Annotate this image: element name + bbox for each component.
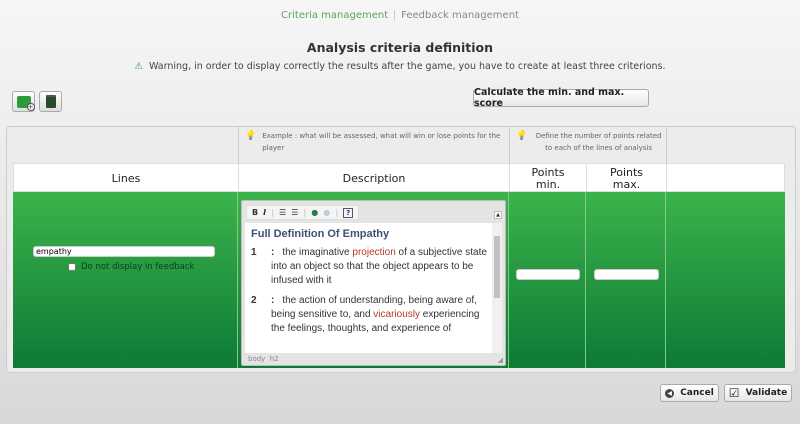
check-icon: ☑: [728, 386, 740, 400]
col-lines: Lines: [14, 164, 239, 193]
link-icon[interactable]: ●: [311, 208, 318, 217]
lightbulb-icon: 💡: [245, 131, 257, 141]
editor-collapse-button[interactable]: ▲: [494, 211, 502, 219]
bold-button[interactable]: B: [252, 208, 258, 217]
editor-heading: Full Definition Of Empathy: [251, 228, 390, 240]
def-number: 2: [251, 295, 257, 306]
trash-icon: [45, 95, 56, 108]
points-help-text: Define the number of points related to e…: [535, 132, 662, 152]
validate-label: Validate: [745, 388, 788, 398]
ordered-list-icon[interactable]: ☰: [279, 208, 286, 217]
cancel-icon: ◀: [665, 388, 675, 398]
calculate-score-button[interactable]: Calculate the min. and max. score: [473, 87, 649, 109]
editor-toolbar: B I | ☰ ☰ | ● ● | ?: [246, 205, 360, 220]
col-points-min: Points min.: [510, 164, 587, 193]
def-link[interactable]: vicariously: [373, 309, 420, 320]
warning-icon: ⚠: [134, 61, 144, 72]
tab-feedback-management[interactable]: Feedback management: [395, 10, 525, 21]
editor-status-path: body h2: [248, 355, 279, 363]
line-name-input[interactable]: [33, 246, 215, 257]
def-sep: :: [271, 247, 275, 258]
unordered-list-icon[interactable]: ☰: [291, 208, 298, 217]
warning-message: ⚠ Warning, in order to display correctly …: [0, 61, 800, 72]
col-points-max: Points max.: [587, 164, 667, 193]
hide-feedback-option[interactable]: Do not display in feedback: [68, 262, 194, 272]
hide-feedback-label: Do not display in feedback: [81, 262, 195, 272]
points-min-input[interactable]: [516, 269, 580, 280]
warning-text: Warning, in order to display correctly t…: [149, 61, 666, 72]
table-header: Lines Description Points min. Points max…: [13, 163, 785, 193]
col-description: Description: [239, 164, 510, 193]
editor-scroll-thumb[interactable]: [494, 236, 500, 298]
cancel-button[interactable]: ◀ Cancel: [660, 384, 719, 402]
cancel-label: Cancel: [680, 388, 714, 398]
def-link[interactable]: projection: [352, 247, 395, 258]
description-help-text: Example : what will be assessed, what wi…: [262, 132, 501, 152]
points-help: 💡 Define the number of points related to …: [516, 130, 666, 154]
def-text: the imaginative: [282, 247, 353, 258]
description-editor: B I | ☰ ☰ | ● ● | ? ▲ Full Definition Of…: [241, 200, 506, 366]
add-line-icon: +: [16, 95, 35, 111]
lightbulb-icon: 💡: [516, 131, 528, 141]
add-line-button[interactable]: +: [12, 91, 35, 112]
delete-line-button[interactable]: [39, 91, 62, 112]
def-number: 1: [251, 247, 257, 258]
editor-content[interactable]: Full Definition Of Empathy 1: the imagina…: [245, 223, 492, 353]
top-tabs: Criteria management Feedback management: [0, 10, 800, 21]
points-max-input[interactable]: [594, 269, 659, 280]
validate-button[interactable]: ☑ Validate: [724, 384, 792, 402]
definition-2: 2: the action of understanding, being awa…: [251, 294, 490, 336]
tab-criteria-management[interactable]: Criteria management: [275, 10, 396, 21]
italic-button[interactable]: I: [263, 208, 266, 217]
description-help: 💡 Example : what will be assessed, what w…: [245, 130, 510, 154]
page-title: Analysis criteria definition: [306, 40, 494, 55]
def-sep: :: [271, 295, 275, 306]
help-button[interactable]: ?: [343, 207, 354, 218]
unlink-icon[interactable]: ●: [323, 208, 330, 217]
resize-handle-icon[interactable]: ◢: [498, 356, 503, 364]
definition-1: 1: the imaginative projection of a subjec…: [251, 246, 490, 288]
hide-feedback-checkbox[interactable]: [68, 263, 76, 271]
